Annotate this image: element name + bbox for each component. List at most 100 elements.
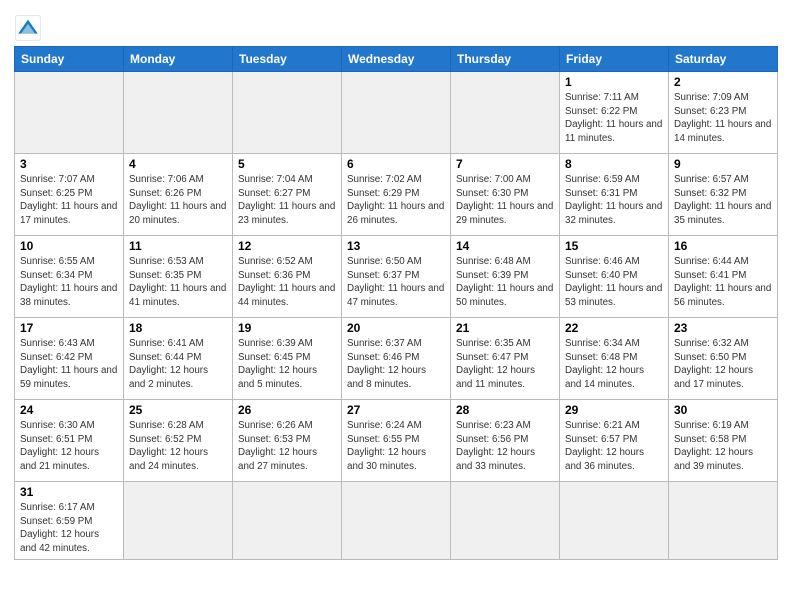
day-info: Sunrise: 6:32 AM Sunset: 6:50 PM Dayligh… [674, 337, 772, 392]
day-info: Sunrise: 6:30 AM Sunset: 6:51 PM Dayligh… [20, 419, 118, 474]
day-number: 8 [565, 157, 663, 171]
day-info: Sunrise: 6:46 AM Sunset: 6:40 PM Dayligh… [565, 255, 663, 310]
calendar-cell: 3 Sunrise: 7:07 AM Sunset: 6:25 PM Daylig… [15, 154, 124, 236]
day-info: Sunrise: 7:09 AM Sunset: 6:23 PM Dayligh… [674, 91, 772, 146]
day-number: 2 [674, 75, 772, 89]
day-info: Sunrise: 6:28 AM Sunset: 6:52 PM Dayligh… [129, 419, 227, 474]
calendar-cell: 28 Sunrise: 6:23 AM Sunset: 6:56 PM Dayli… [451, 400, 560, 482]
calendar-cell [233, 482, 342, 560]
calendar-cell: 26Sunrise: 6:26 AM Sunset: 6:53 PM Dayli… [233, 400, 342, 482]
calendar-cell [451, 72, 560, 154]
day-info: Sunrise: 7:07 AM Sunset: 6:25 PM Dayligh… [20, 173, 118, 228]
week-row-2: 3 Sunrise: 7:07 AM Sunset: 6:25 PM Daylig… [15, 154, 778, 236]
calendar-cell [233, 72, 342, 154]
day-info: Sunrise: 6:24 AM Sunset: 6:55 PM Dayligh… [347, 419, 445, 474]
day-number: 18 [129, 321, 227, 335]
calendar-cell: 17Sunrise: 6:43 AM Sunset: 6:42 PM Dayli… [15, 318, 124, 400]
day-number: 19 [238, 321, 336, 335]
day-info: Sunrise: 6:50 AM Sunset: 6:37 PM Dayligh… [347, 255, 445, 310]
day-number: 30 [674, 403, 772, 417]
calendar-cell: 12 Sunrise: 6:52 AM Sunset: 6:36 PM Dayli… [233, 236, 342, 318]
weekday-header-sunday: Sunday [15, 47, 124, 72]
calendar-table: SundayMondayTuesdayWednesdayThursdayFrid… [14, 46, 778, 560]
day-number: 3 [20, 157, 118, 171]
calendar-cell: 2 Sunrise: 7:09 AM Sunset: 6:23 PM Daylig… [669, 72, 778, 154]
day-info: Sunrise: 6:48 AM Sunset: 6:39 PM Dayligh… [456, 255, 554, 310]
day-number: 26 [238, 403, 336, 417]
weekday-header-saturday: Saturday [669, 47, 778, 72]
day-number: 13 [347, 239, 445, 253]
calendar-cell [560, 482, 669, 560]
weekday-header-row: SundayMondayTuesdayWednesdayThursdayFrid… [15, 47, 778, 72]
day-info: Sunrise: 6:44 AM Sunset: 6:41 PM Dayligh… [674, 255, 772, 310]
day-info: Sunrise: 6:17 AM Sunset: 6:59 PM Dayligh… [20, 501, 118, 556]
day-number: 27 [347, 403, 445, 417]
calendar-cell: 6Sunrise: 7:02 AM Sunset: 6:29 PM Daylig… [342, 154, 451, 236]
day-info: Sunrise: 6:53 AM Sunset: 6:35 PM Dayligh… [129, 255, 227, 310]
calendar-cell [342, 482, 451, 560]
calendar-cell: 7Sunrise: 7:00 AM Sunset: 6:30 PM Daylig… [451, 154, 560, 236]
day-number: 7 [456, 157, 554, 171]
page: SundayMondayTuesdayWednesdayThursdayFrid… [0, 0, 792, 612]
calendar-cell: 16 Sunrise: 6:44 AM Sunset: 6:41 PM Dayli… [669, 236, 778, 318]
calendar-cell: 31 Sunrise: 6:17 AM Sunset: 6:59 PM Dayli… [15, 482, 124, 560]
logo-icon [14, 14, 42, 42]
calendar-cell: 14Sunrise: 6:48 AM Sunset: 6:39 PM Dayli… [451, 236, 560, 318]
day-number: 22 [565, 321, 663, 335]
day-info: Sunrise: 6:59 AM Sunset: 6:31 PM Dayligh… [565, 173, 663, 228]
day-number: 21 [456, 321, 554, 335]
weekday-header-thursday: Thursday [451, 47, 560, 72]
calendar-cell: 8 Sunrise: 6:59 AM Sunset: 6:31 PM Daylig… [560, 154, 669, 236]
calendar-cell [669, 482, 778, 560]
calendar-cell: 30 Sunrise: 6:19 AM Sunset: 6:58 PM Dayli… [669, 400, 778, 482]
day-number: 23 [674, 321, 772, 335]
calendar-cell: 29Sunrise: 6:21 AM Sunset: 6:57 PM Dayli… [560, 400, 669, 482]
logo [14, 14, 46, 42]
day-number: 25 [129, 403, 227, 417]
day-info: Sunrise: 6:41 AM Sunset: 6:44 PM Dayligh… [129, 337, 227, 392]
calendar-cell: 15Sunrise: 6:46 AM Sunset: 6:40 PM Dayli… [560, 236, 669, 318]
day-number: 11 [129, 239, 227, 253]
calendar-cell: 23 Sunrise: 6:32 AM Sunset: 6:50 PM Dayli… [669, 318, 778, 400]
day-number: 28 [456, 403, 554, 417]
day-number: 31 [20, 485, 118, 499]
day-number: 1 [565, 75, 663, 89]
day-number: 12 [238, 239, 336, 253]
day-info: Sunrise: 6:19 AM Sunset: 6:58 PM Dayligh… [674, 419, 772, 474]
day-number: 20 [347, 321, 445, 335]
day-info: Sunrise: 6:35 AM Sunset: 6:47 PM Dayligh… [456, 337, 554, 392]
day-info: Sunrise: 6:57 AM Sunset: 6:32 PM Dayligh… [674, 173, 772, 228]
weekday-header-friday: Friday [560, 47, 669, 72]
day-info: Sunrise: 6:37 AM Sunset: 6:46 PM Dayligh… [347, 337, 445, 392]
day-number: 6 [347, 157, 445, 171]
day-info: Sunrise: 6:23 AM Sunset: 6:56 PM Dayligh… [456, 419, 554, 474]
weekday-header-wednesday: Wednesday [342, 47, 451, 72]
day-number: 10 [20, 239, 118, 253]
calendar-cell: 13 Sunrise: 6:50 AM Sunset: 6:37 PM Dayli… [342, 236, 451, 318]
week-row-3: 10 Sunrise: 6:55 AM Sunset: 6:34 PM Dayli… [15, 236, 778, 318]
calendar-cell: 19 Sunrise: 6:39 AM Sunset: 6:45 PM Dayli… [233, 318, 342, 400]
calendar-cell [15, 72, 124, 154]
calendar-cell: 22Sunrise: 6:34 AM Sunset: 6:48 PM Dayli… [560, 318, 669, 400]
week-row-5: 24 Sunrise: 6:30 AM Sunset: 6:51 PM Dayli… [15, 400, 778, 482]
day-info: Sunrise: 6:39 AM Sunset: 6:45 PM Dayligh… [238, 337, 336, 392]
day-number: 24 [20, 403, 118, 417]
day-info: Sunrise: 6:55 AM Sunset: 6:34 PM Dayligh… [20, 255, 118, 310]
calendar-cell: 25 Sunrise: 6:28 AM Sunset: 6:52 PM Dayli… [124, 400, 233, 482]
day-number: 16 [674, 239, 772, 253]
calendar-cell: 1Sunrise: 7:11 AM Sunset: 6:22 PM Daylig… [560, 72, 669, 154]
calendar-cell [342, 72, 451, 154]
day-number: 29 [565, 403, 663, 417]
day-number: 5 [238, 157, 336, 171]
weekday-header-monday: Monday [124, 47, 233, 72]
day-info: Sunrise: 7:04 AM Sunset: 6:27 PM Dayligh… [238, 173, 336, 228]
day-info: Sunrise: 6:52 AM Sunset: 6:36 PM Dayligh… [238, 255, 336, 310]
day-info: Sunrise: 6:43 AM Sunset: 6:42 PM Dayligh… [20, 337, 118, 392]
calendar-cell [124, 482, 233, 560]
calendar-cell: 9 Sunrise: 6:57 AM Sunset: 6:32 PM Daylig… [669, 154, 778, 236]
calendar-cell [124, 72, 233, 154]
calendar-cell: 27 Sunrise: 6:24 AM Sunset: 6:55 PM Dayli… [342, 400, 451, 482]
weekday-header-tuesday: Tuesday [233, 47, 342, 72]
day-number: 9 [674, 157, 772, 171]
calendar-cell: 20 Sunrise: 6:37 AM Sunset: 6:46 PM Dayli… [342, 318, 451, 400]
